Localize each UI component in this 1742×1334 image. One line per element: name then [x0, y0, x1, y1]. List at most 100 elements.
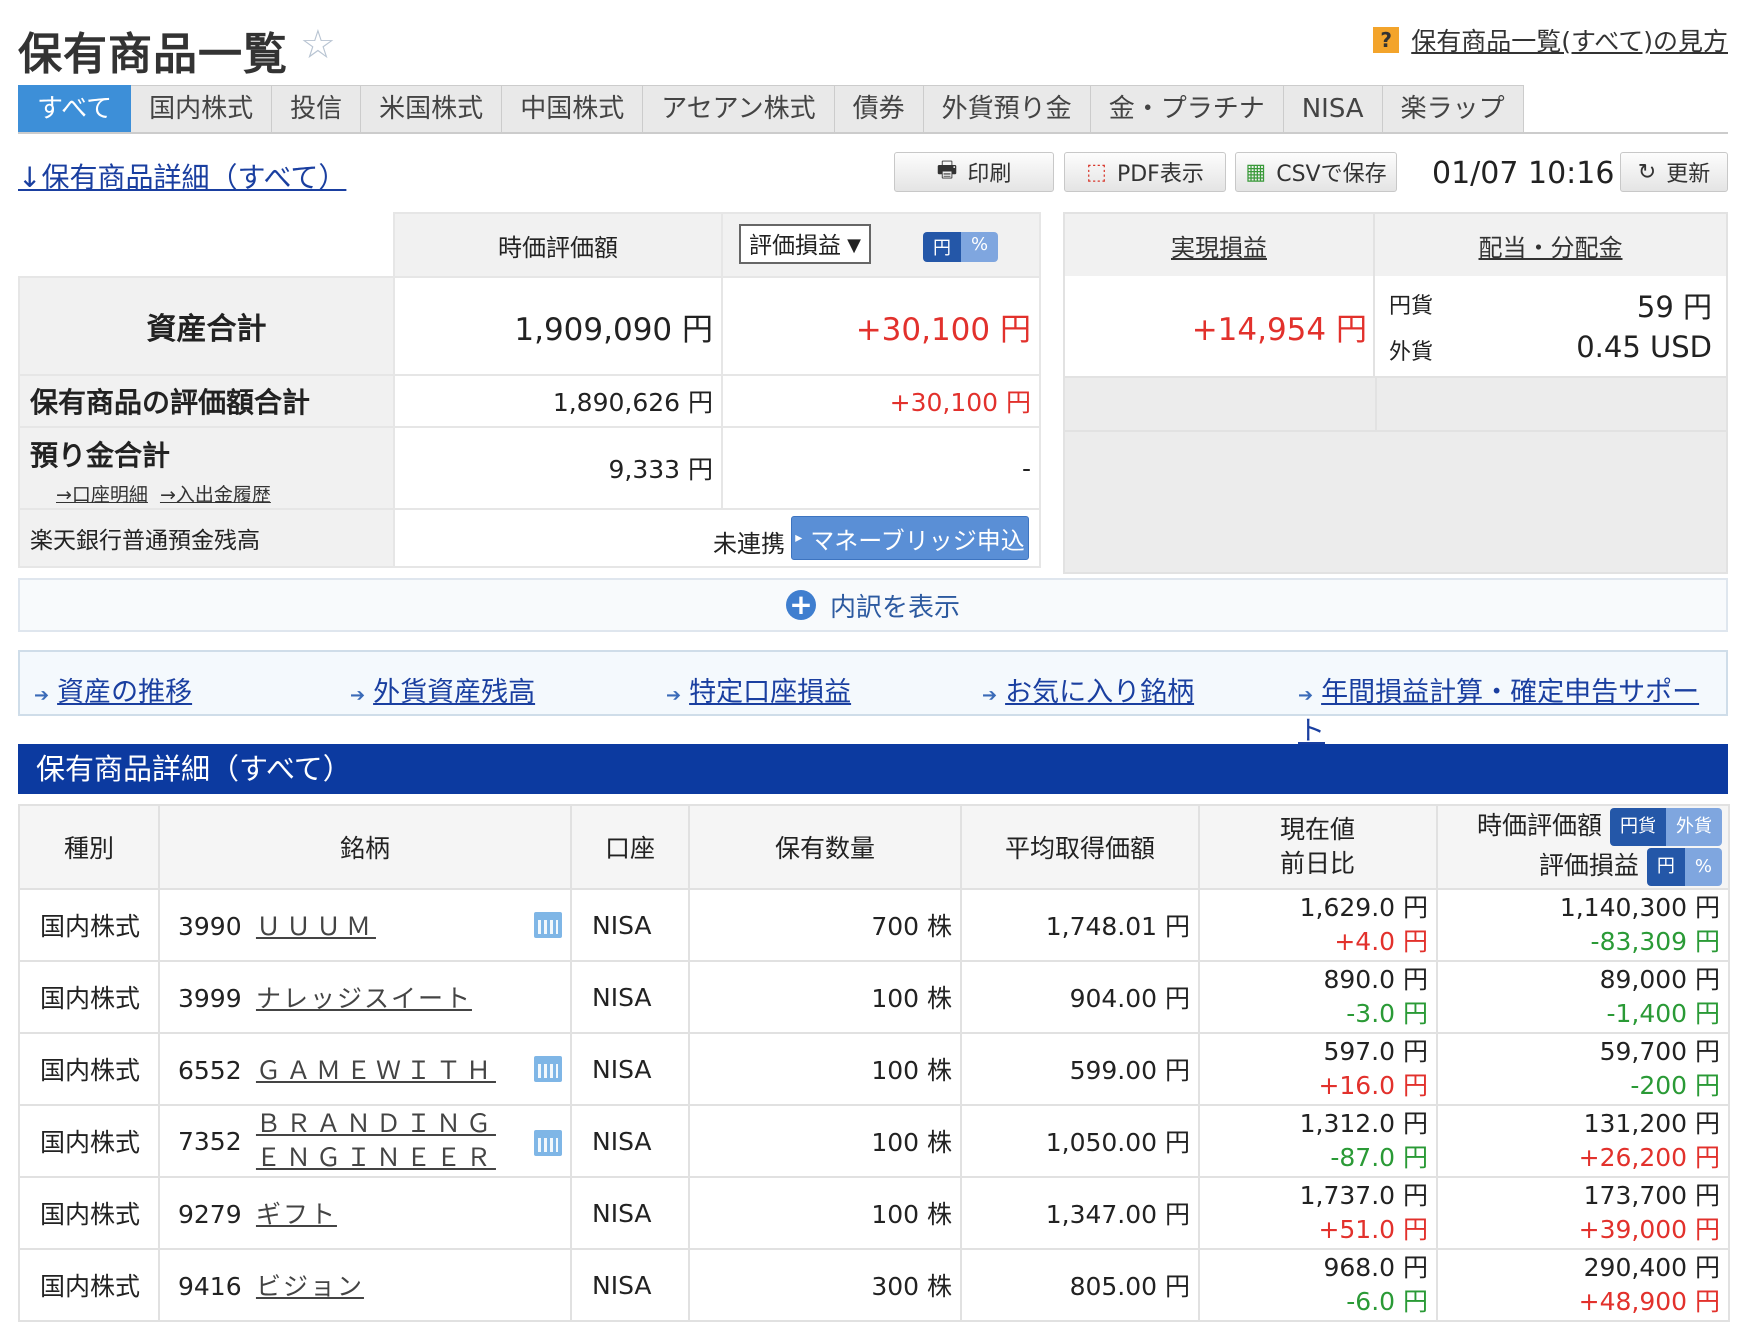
cell-name: 9279 ギフト [158, 1176, 572, 1250]
deposit-history-link[interactable]: →入出金履歴 [160, 484, 271, 506]
cell-quantity: 100 株 [688, 1176, 962, 1250]
toggle-percent[interactable]: % [961, 232, 999, 262]
stock-link[interactable]: ＢＲＡＮＤＩＮＧ [256, 1107, 496, 1141]
cell-avg-cost: 805.00 円 [960, 1248, 1200, 1322]
th-name: 銘柄 [158, 804, 572, 890]
csv-button[interactable]: ▦ CSVで保存 [1235, 152, 1397, 192]
market-value: 290,400 円 [1583, 1253, 1720, 1282]
cell-quantity: 100 株 [688, 960, 962, 1034]
dividend-link[interactable]: 配当・分配金 [1479, 228, 1623, 263]
link-asset-history[interactable]: ➔ 資産の推移 [34, 670, 192, 709]
calendar-icon[interactable] [534, 1130, 562, 1156]
tab-asean-stocks[interactable]: アセアン株式 [643, 85, 835, 133]
toggle-percent[interactable]: % [1684, 848, 1722, 886]
pdf-label: PDF表示 [1116, 162, 1204, 187]
tab-us-stocks[interactable]: 米国株式 [361, 85, 503, 133]
toggle-fx[interactable]: 外貨 [1666, 808, 1722, 846]
realized-pl-value: +14,954 円 [1065, 276, 1375, 376]
price-change: -87.0 円 [1330, 1143, 1428, 1172]
stock-link[interactable]: ＧＡＭＥＷＩＴＨ [256, 1056, 496, 1085]
market-value: 1,140,300 円 [1559, 893, 1720, 922]
holdings-detail-link[interactable]: ↓保有商品詳細（すべて） [18, 156, 346, 196]
tab-nisa[interactable]: NISA [1283, 85, 1383, 133]
printer-icon: 🖶 [936, 158, 958, 183]
toggle-jpy[interactable]: 円貨 [1610, 808, 1666, 846]
quick-links: ➔ 資産の推移 ➔ 外貨資産残高 ➔ 特定口座損益 ➔ お気に入り銘柄 ➔ 年間損益計算・… [18, 650, 1728, 747]
show-breakdown-button[interactable]: + 内訳を表示 [18, 578, 1728, 632]
unrealized-pl: +39,000 円 [1578, 1215, 1720, 1244]
question-icon: ? [1373, 27, 1400, 53]
tab-bonds[interactable]: 債券 [834, 85, 924, 133]
th-market-value: 時価評価額 [1476, 811, 1602, 840]
link-favorites[interactable]: ➔ お気に入り銘柄 [982, 670, 1194, 709]
cell-avg-cost: 599.00 円 [960, 1032, 1200, 1106]
cell-code: 9416 [178, 1272, 242, 1301]
cell-name: 7352 ＢＲＡＮＤＩＮＧ ＥＮＧＩＮＥＥＲ [158, 1104, 572, 1178]
money-bridge-button[interactable]: ▸ マネーブリッジ申込 [791, 516, 1029, 560]
cell-quantity: 100 株 [688, 1104, 962, 1178]
tab-all[interactable]: すべて [18, 85, 132, 133]
total-assets-label: 資産合計 [18, 276, 395, 376]
link-fx-assets-label: 外貨資産残高 [373, 677, 536, 708]
cell-price: 890.0 円 -3.0 円 [1198, 960, 1438, 1034]
unit-toggle[interactable]: 円 % [923, 232, 999, 262]
star-icon[interactable]: ☆ [300, 22, 336, 68]
stock-link-line2[interactable]: ＥＮＧＩＮＥＥＲ [256, 1141, 496, 1175]
cell-price: 1,737.0 円 +51.0 円 [1198, 1176, 1438, 1250]
stock-link[interactable]: ＵＵＵＭ [256, 912, 376, 941]
pdf-button[interactable]: ⬚ PDF表示 [1064, 152, 1226, 192]
realized-dividend-table: 実現損益 配当・分配金 +14,954 円 円貨 59 円 外貨 0.45 US… [1063, 212, 1728, 574]
price-change: +51.0 円 [1318, 1215, 1428, 1244]
arrow-right-icon: ➔ [982, 685, 998, 706]
toggle-yen[interactable]: 円 [1646, 848, 1685, 886]
stock-link[interactable]: ビジョン [256, 1272, 364, 1301]
cell-type: 国内株式 [18, 960, 160, 1034]
tab-funds[interactable]: 投信 [272, 85, 362, 133]
dividend-header: 配当・分配金 [1375, 214, 1726, 278]
calendar-icon[interactable] [534, 1056, 562, 1082]
realized-pl-link[interactable]: 実現損益 [1171, 228, 1267, 263]
pl-select[interactable]: 評価損益 ▼ [739, 224, 871, 264]
divider [1375, 378, 1377, 430]
divider [1065, 376, 1726, 378]
calendar-icon[interactable] [534, 912, 562, 938]
plus-circle-icon: + [785, 590, 816, 620]
arrow-right-icon: ➔ [350, 685, 366, 706]
th-value: 時価評価額 円貨 外貨 評価損益円% [1436, 804, 1730, 890]
link-fx-assets[interactable]: ➔ 外貨資産残高 [350, 670, 535, 709]
table-row: 国内株式 7352 ＢＲＡＮＤＩＮＧ ＥＮＧＩＮＥＥＲ NISA 100 株 1… [18, 1104, 1730, 1178]
cell-value: 173,700 円 +39,000 円 [1436, 1176, 1730, 1250]
market-value: 89,000 円 [1599, 965, 1720, 994]
toggle-yen[interactable]: 円 [923, 232, 961, 262]
deposit-total-pl: - [721, 426, 1041, 510]
deposit-total-cell: 預り金合計 →口座明細 →入出金履歴 [18, 426, 395, 510]
cell-account: NISA [570, 1248, 690, 1322]
cell-code: 3999 [178, 984, 242, 1013]
link-tax-support[interactable]: ➔ 年間損益計算・確定申告サポート [1298, 670, 1726, 748]
tab-rakuten-wrap[interactable]: 楽ラップ [1382, 85, 1524, 133]
print-button[interactable]: 🖶 印刷 [894, 152, 1054, 192]
refresh-button[interactable]: ↻ 更新 [1620, 152, 1728, 192]
th-price-change: 前日比 [1280, 849, 1356, 878]
tab-domestic-stocks[interactable]: 国内株式 [131, 85, 273, 133]
cell-value: 89,000 円 -1,400 円 [1436, 960, 1730, 1034]
stock-link[interactable]: ナレッジスイート [256, 984, 472, 1013]
tab-gold-platinum[interactable]: 金・プラチナ [1090, 85, 1284, 133]
link-asset-history-label: 資産の推移 [57, 677, 193, 708]
link-tax-support-label: 年間損益計算・確定申告サポート [1298, 677, 1700, 747]
help-link[interactable]: ? 保有商品一覧(すべて)の見方 [1373, 22, 1728, 58]
account-detail-link[interactable]: →口座明細 [56, 484, 148, 506]
link-specific-account-pl[interactable]: ➔ 特定口座損益 [666, 670, 851, 709]
refresh-label: 更新 [1666, 162, 1711, 187]
money-bridge-label: マネーブリッジ申込 [810, 526, 1025, 555]
pl-unit-toggle[interactable]: 円% [1646, 848, 1722, 886]
tab-fx-deposit[interactable]: 外貨預り金 [923, 85, 1091, 133]
cell-code: 7352 [178, 1126, 242, 1156]
pdf-icon: ⬚ [1086, 159, 1107, 185]
stock-link[interactable]: ギフト [256, 1200, 337, 1229]
dividend-fx-value: 0.45 USD [1576, 330, 1712, 364]
section-header: 保有商品詳細（すべて） [18, 744, 1728, 794]
tab-china-stocks[interactable]: 中国株式 [502, 85, 644, 133]
currency-toggle[interactable]: 円貨 外貨 [1610, 808, 1722, 846]
cell-account: NISA [570, 1032, 690, 1106]
